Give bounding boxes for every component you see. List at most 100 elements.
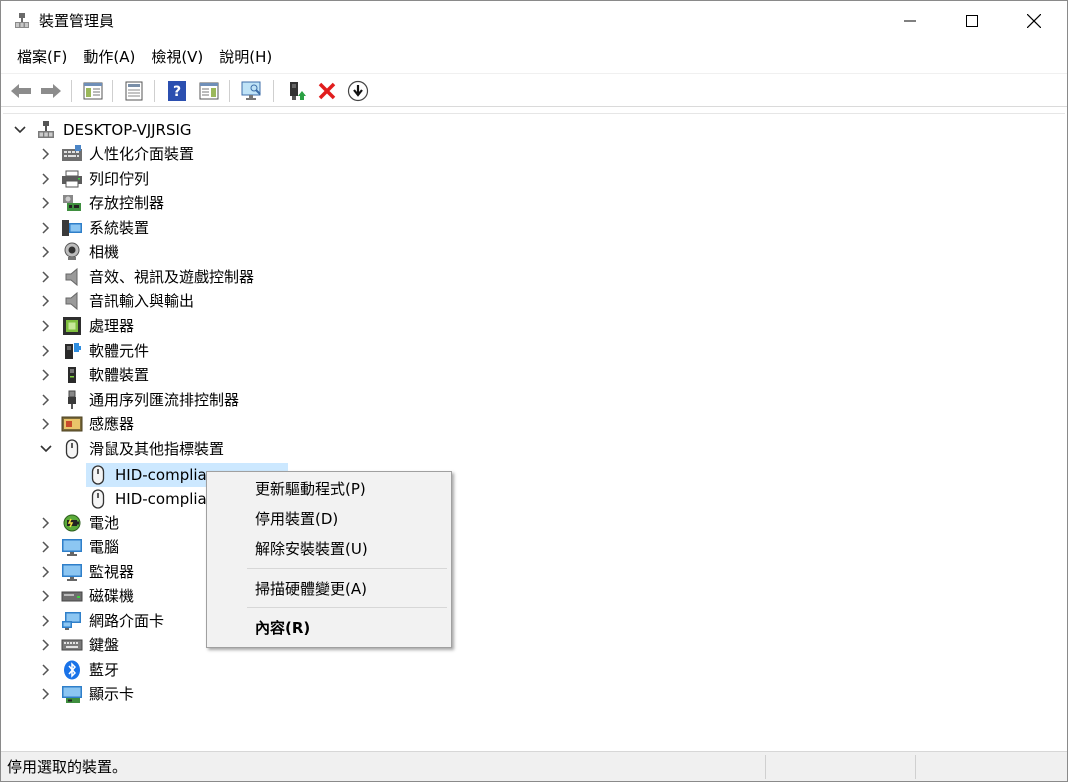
chevron-right-icon[interactable] [39, 417, 53, 431]
chevron-right-icon[interactable] [39, 147, 53, 161]
status-bar: 停用選取的裝置。 [1, 751, 1067, 781]
tree-category[interactable]: 列印佇列 [39, 167, 149, 191]
category-label: 處理器 [89, 317, 135, 335]
category-label: 人性化介面裝置 [89, 145, 195, 163]
menu-file[interactable]: 檔案(F) [9, 43, 75, 71]
chevron-right-icon[interactable] [39, 172, 53, 186]
category-label: 感應器 [89, 415, 135, 433]
tree-category[interactable]: 人性化介面裝置 [39, 142, 194, 166]
category-label: 系統裝置 [89, 219, 150, 237]
chevron-right-icon[interactable] [39, 393, 53, 407]
back-button[interactable] [9, 79, 33, 103]
mouse-icon [61, 439, 83, 459]
maximize-button[interactable] [939, 1, 1005, 41]
toolbar: ? [1, 73, 1067, 107]
scan-hardware-button[interactable] [240, 79, 264, 103]
menu-update-driver[interactable]: 更新驅動程式(P) [255, 479, 366, 499]
tree-category[interactable]: 相機 [39, 240, 119, 264]
tree-root[interactable]: DESKTOP-VJJRSIG [13, 118, 192, 142]
tree-category[interactable]: 存放控制器 [39, 191, 164, 215]
uninstall-device-button[interactable] [315, 79, 339, 103]
chevron-right-icon[interactable] [39, 294, 53, 308]
update-driver-icon [290, 82, 306, 100]
chevron-right-icon[interactable] [39, 196, 53, 210]
chevron-right-icon[interactable] [39, 368, 53, 382]
maximize-icon [966, 15, 978, 27]
chevron-down-icon[interactable] [13, 123, 27, 137]
tree-category[interactable]: 軟體裝置 [39, 363, 149, 387]
window-title: 裝置管理員 [39, 12, 115, 30]
category-label: 電池 [89, 514, 120, 532]
network-adapter-icon [61, 611, 83, 631]
tree-category[interactable]: 音訊輸入與輸出 [39, 289, 194, 313]
chevron-right-icon[interactable] [39, 687, 53, 701]
menu-scan-hardware[interactable]: 掃描硬體變更(A) [255, 579, 367, 599]
minimize-button[interactable] [877, 1, 943, 41]
tree-category[interactable]: 通用序列匯流排控制器 [39, 388, 239, 412]
chevron-right-icon[interactable] [39, 589, 53, 603]
chevron-right-icon[interactable] [39, 221, 53, 235]
chevron-right-icon[interactable] [39, 344, 53, 358]
tree-category[interactable]: 處理器 [39, 314, 134, 338]
tree-category[interactable]: 藍牙 [39, 658, 119, 682]
down-arrow-circle-icon [347, 80, 369, 102]
tree-category[interactable]: 音效、視訊及遊戲控制器 [39, 265, 254, 289]
computer-icon [61, 537, 83, 557]
tree-category-expanded[interactable]: 滑鼠及其他指標裝置 [39, 437, 224, 461]
category-label: 網路介面卡 [89, 612, 165, 630]
tree-category[interactable]: 鍵盤 [39, 633, 119, 657]
tree-category[interactable]: 感應器 [39, 412, 134, 436]
chevron-right-icon[interactable] [39, 540, 53, 554]
chevron-right-icon[interactable] [39, 270, 53, 284]
tree-category[interactable]: 監視器 [39, 560, 134, 584]
chevron-right-icon[interactable] [39, 614, 53, 628]
close-button[interactable] [1001, 1, 1067, 41]
back-arrow-icon [11, 84, 31, 98]
usb-icon [61, 390, 83, 410]
monitor-icon [61, 562, 83, 582]
tree-category[interactable]: 網路介面卡 [39, 609, 164, 633]
system-devices-icon [61, 218, 83, 238]
hid-icon [61, 144, 83, 164]
tree-category[interactable]: 電池 [39, 511, 119, 535]
tree-device-selected[interactable]: HID-complia [65, 463, 207, 487]
tree-category[interactable]: 顯示卡 [39, 682, 134, 706]
mouse-icon [87, 465, 109, 485]
minimize-icon [904, 20, 916, 22]
category-label: 藍牙 [89, 661, 120, 679]
chevron-right-icon[interactable] [39, 319, 53, 333]
menu-disable-device[interactable]: 停用裝置(D) [255, 509, 338, 529]
tree-category[interactable]: 磁碟機 [39, 584, 134, 608]
tree-device[interactable]: HID-complia [65, 487, 207, 511]
chevron-right-icon[interactable] [39, 638, 53, 652]
category-label: 滑鼠及其他指標裝置 [89, 440, 225, 458]
disable-device-button[interactable] [346, 79, 370, 103]
tree-category[interactable]: 系統裝置 [39, 216, 149, 240]
tree-category[interactable]: 電腦 [39, 535, 119, 559]
menu-properties[interactable]: 內容(R) [255, 618, 310, 638]
keyboard-icon [61, 635, 83, 655]
action-pane-button[interactable] [197, 79, 221, 103]
device-label: HID-complia [115, 490, 207, 508]
help-button[interactable]: ? [165, 79, 189, 103]
chevron-right-icon[interactable] [39, 516, 53, 530]
chevron-right-icon[interactable] [39, 663, 53, 677]
menu-uninstall-device[interactable]: 解除安裝裝置(U) [255, 539, 368, 559]
properties-button[interactable] [122, 79, 146, 103]
menu-view[interactable]: 檢視(V) [143, 43, 211, 71]
chevron-right-icon[interactable] [39, 245, 53, 259]
category-label: 鍵盤 [89, 636, 120, 654]
processor-icon [61, 316, 83, 336]
menu-action[interactable]: 動作(A) [75, 43, 143, 71]
update-driver-button[interactable] [284, 79, 308, 103]
forward-button[interactable] [39, 79, 63, 103]
show-hide-console-tree-button[interactable] [81, 79, 105, 103]
bluetooth-icon [61, 660, 83, 680]
context-menu: 更新驅動程式(P) 停用裝置(D) 解除安裝裝置(U) 掃描硬體變更(A) 內容… [206, 471, 452, 648]
tree-category[interactable]: 軟體元件 [39, 339, 149, 363]
chevron-right-icon[interactable] [39, 565, 53, 579]
menu-help[interactable]: 說明(H) [211, 43, 280, 71]
chevron-down-icon[interactable] [39, 442, 53, 456]
mouse-icon [87, 489, 109, 509]
category-label: 通用序列匯流排控制器 [89, 391, 240, 409]
